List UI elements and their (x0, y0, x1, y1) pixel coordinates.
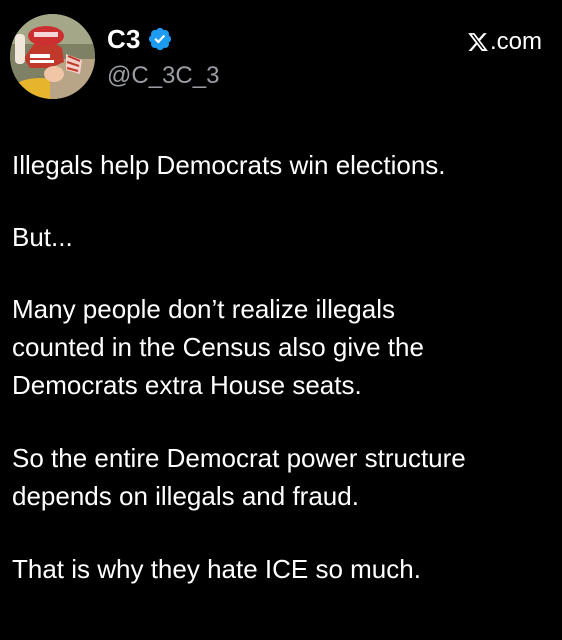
author-name-row: C3 (107, 24, 173, 54)
tweet-text: Illegals help Democrats win elections. B… (12, 146, 552, 623)
tweet-paragraph: But... (12, 222, 73, 252)
avatar-image (10, 14, 95, 99)
tweet-paragraph: Illegals help Democrats win elections. (12, 150, 446, 180)
x-com-label: .com (489, 28, 542, 55)
tweet-paragraph: Many people don’t realize illegals count… (12, 294, 424, 400)
verified-badge-icon (147, 26, 173, 52)
avatar[interactable] (10, 14, 95, 99)
tweet-paragraph: That is why they hate ICE so much. (12, 554, 421, 584)
tweet-card: C3 @C_3C_3 .com Illegals help Democrats … (0, 0, 562, 640)
tweet-paragraph: So the entire Democrat power structure d… (12, 443, 466, 511)
display-name[interactable]: C3 (107, 24, 141, 54)
x-logo-icon (467, 31, 489, 53)
x-com-source[interactable]: .com (467, 28, 542, 56)
author-handle[interactable]: @C_3C_3 (107, 61, 219, 91)
